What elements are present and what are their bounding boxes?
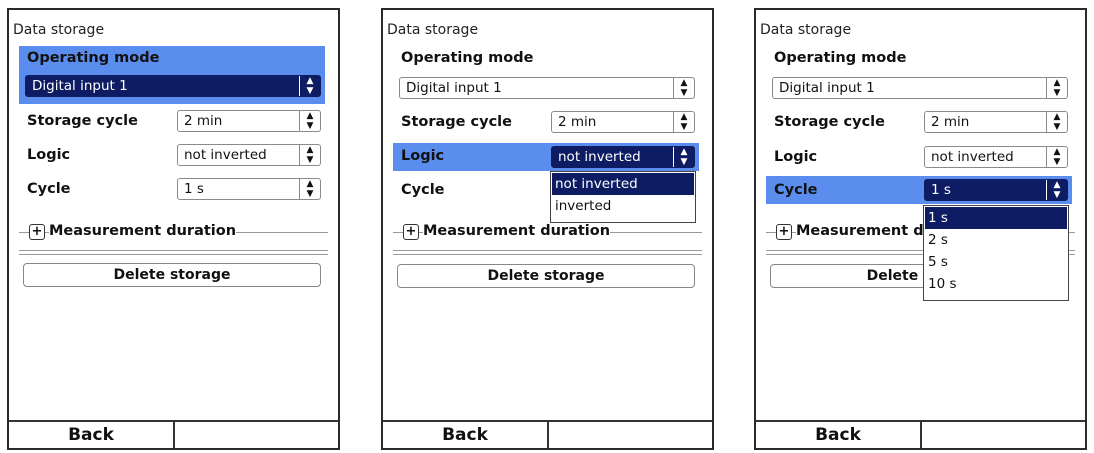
operating-mode-value: Digital input 1 [406,80,502,96]
data-storage-screen-2: Data storage Operating mode Digital inpu… [381,8,714,450]
storage-cycle-select[interactable]: 2 min ▲ ▼ [551,111,695,133]
logic-label: Logic [774,149,818,165]
back-button[interactable]: Back [383,422,549,448]
logic-value: not inverted [558,149,641,165]
data-storage-screen-3: Data storage Operating mode Digital inpu… [754,8,1087,450]
section-divider [393,254,702,255]
back-button[interactable]: Back [9,422,175,448]
operating-mode-label: Operating mode [401,50,534,66]
softkey-bar: Back [383,420,712,448]
data-storage-screen-1: Data storage Operating mode Digital inpu… [7,8,340,450]
dropdown-option[interactable]: 5 s [925,251,1067,273]
expand-plus-icon[interactable]: + [29,224,45,240]
expand-plus-icon[interactable]: + [776,224,792,240]
spinner-arrows-icon[interactable]: ▲ ▼ [299,111,320,131]
expand-plus-icon[interactable]: + [403,224,419,240]
cycle-label: Cycle [401,182,445,198]
spinner-arrows-icon[interactable]: ▲ ▼ [673,147,694,167]
delete-storage-label: Delete s [866,268,932,284]
cycle-select[interactable]: 1 s ▲ ▼ [924,179,1068,201]
section-divider [19,254,328,255]
operating-mode-select[interactable]: Digital input 1 ▲ ▼ [772,77,1068,99]
measurement-duration-label[interactable]: Measurement du [796,223,934,239]
logic-value: not inverted [931,149,1014,165]
storage-cycle-value: 2 min [184,113,223,129]
softkey-bar: Back [9,420,338,448]
storage-cycle-select[interactable]: 2 min ▲ ▼ [924,111,1068,133]
dropdown-option[interactable]: inverted [552,195,694,217]
section-divider [19,250,328,251]
storage-cycle-label: Storage cycle [27,113,138,129]
screen-title: Data storage [13,22,105,38]
delete-storage-button[interactable]: Delete storage [397,264,695,288]
dropdown-option[interactable]: not inverted [552,173,694,195]
screen-title: Data storage [387,22,479,38]
operating-mode-value: Digital input 1 [779,80,875,96]
storage-cycle-value: 2 min [931,114,970,130]
delete-storage-button[interactable]: Delete storage [23,263,321,287]
spinner-arrows-icon[interactable]: ▲ ▼ [673,112,694,132]
spinner-arrows-icon[interactable]: ▲ ▼ [299,179,320,199]
measurement-duration-label[interactable]: Measurement duration [423,223,611,239]
cycle-label: Cycle [27,181,71,197]
empty-softkey[interactable] [175,422,338,448]
logic-label: Logic [401,148,445,164]
spinner-arrows-icon[interactable]: ▲ ▼ [1046,180,1067,200]
logic-value: not inverted [184,147,267,163]
logic-dropdown-list: not inverted inverted [550,171,696,223]
cycle-value: 1 s [184,181,204,197]
logic-select[interactable]: not inverted ▲ ▼ [177,144,321,166]
operating-mode-label: Operating mode [774,50,907,66]
storage-cycle-value: 2 min [558,114,597,130]
section-divider [393,250,702,251]
cycle-value: 1 s [931,182,951,198]
cycle-select[interactable]: 1 s ▲ ▼ [177,178,321,200]
dropdown-option[interactable]: 2 s [925,229,1067,251]
spinner-arrows-icon[interactable]: ▲ ▼ [299,145,320,165]
dropdown-option[interactable]: 1 s [925,207,1067,229]
measurement-duration-label[interactable]: Measurement duration [49,223,237,239]
logic-select[interactable]: not inverted ▲ ▼ [551,146,695,168]
spinner-arrows-icon[interactable]: ▲ ▼ [1046,112,1067,132]
softkey-bar: Back [756,420,1085,448]
spinner-arrows-icon[interactable]: ▲ ▼ [299,76,320,96]
storage-cycle-label: Storage cycle [774,114,885,130]
operating-mode-select[interactable]: Digital input 1 ▲ ▼ [25,75,321,97]
spinner-arrows-icon[interactable]: ▲ ▼ [673,78,694,98]
empty-softkey[interactable] [922,422,1085,448]
storage-cycle-select[interactable]: 2 min ▲ ▼ [177,110,321,132]
operating-mode-value: Digital input 1 [32,78,128,94]
screen-title: Data storage [760,22,852,38]
spinner-arrows-icon[interactable]: ▲ ▼ [1046,147,1067,167]
cycle-label: Cycle [774,182,818,198]
logic-select[interactable]: not inverted ▲ ▼ [924,146,1068,168]
back-button[interactable]: Back [756,422,922,448]
logic-label: Logic [27,147,71,163]
cycle-dropdown-list: 1 s 2 s 5 s 10 s [923,205,1069,301]
dropdown-option[interactable]: 10 s [925,273,1067,295]
operating-mode-label: Operating mode [27,50,160,66]
operating-mode-select[interactable]: Digital input 1 ▲ ▼ [399,77,695,99]
spinner-arrows-icon[interactable]: ▲ ▼ [1046,78,1067,98]
storage-cycle-label: Storage cycle [401,114,512,130]
empty-softkey[interactable] [549,422,712,448]
